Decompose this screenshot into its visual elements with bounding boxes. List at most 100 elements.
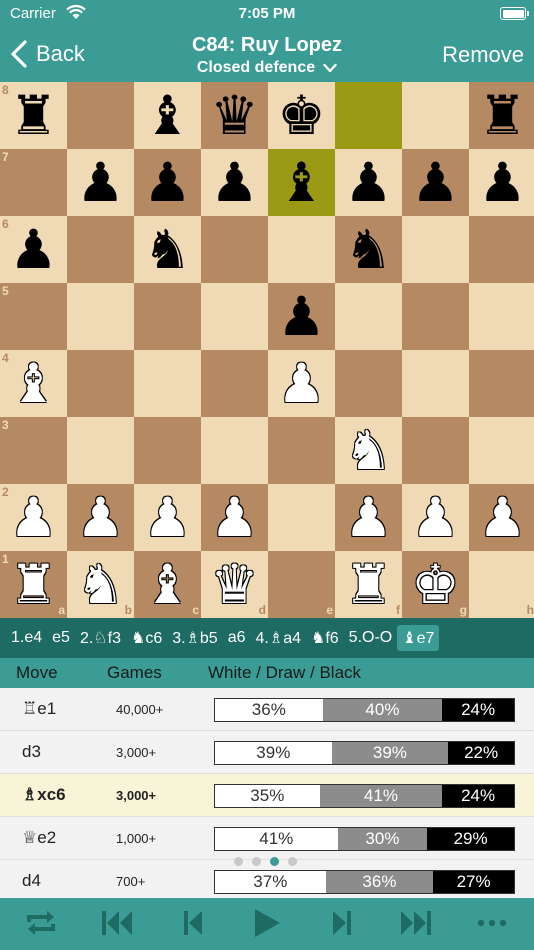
square-f3[interactable]: ♞: [335, 417, 402, 484]
move-item[interactable]: a6: [223, 626, 251, 650]
table-row[interactable]: d3 3,000+ 39% 39% 22%: [0, 731, 534, 774]
white-knight-icon[interactable]: ♞: [67, 551, 134, 618]
black-king-icon[interactable]: ♚: [268, 82, 335, 149]
square-d4[interactable]: [201, 350, 268, 417]
move-item[interactable]: e5: [47, 626, 75, 650]
page-dot[interactable]: [252, 857, 261, 866]
square-g6[interactable]: [402, 216, 469, 283]
square-d6[interactable]: [201, 216, 268, 283]
square-c4[interactable]: [134, 350, 201, 417]
square-g7[interactable]: ♟: [402, 149, 469, 216]
white-pawn-icon[interactable]: ♟: [268, 350, 335, 417]
chess-board[interactable]: 8 ♜ ♝ ♛ ♚ ♜ 7 ♟ ♟ ♟ ♝ ♟ ♟ ♟ 6 ♟ ♞ ♞ 5 ♟ 4 ♝ ♟ 3 ♞ 2 ♟ ♟ ♟ ♟ ♟ ♟ ♟ 1 a ♜ b ♞ c ♝…: [0, 82, 534, 618]
move-item[interactable]: ♞f6: [306, 625, 344, 651]
last-move-button[interactable]: [398, 908, 434, 938]
black-knight-icon[interactable]: ♞: [335, 216, 402, 283]
white-queen-icon[interactable]: ♛: [201, 551, 268, 618]
square-a1[interactable]: 1 a ♜: [0, 551, 67, 618]
move-item[interactable]: 1.e4: [6, 626, 47, 650]
square-f5[interactable]: [335, 283, 402, 350]
page-dot[interactable]: [270, 857, 279, 866]
square-d2[interactable]: ♟: [201, 484, 268, 551]
black-rook-icon[interactable]: ♜: [0, 82, 67, 149]
move-item[interactable]: ♞c6: [126, 625, 167, 651]
square-b7[interactable]: ♟: [67, 149, 134, 216]
black-pawn-icon[interactable]: ♟: [335, 149, 402, 216]
square-c8[interactable]: ♝: [134, 82, 201, 149]
square-b2[interactable]: ♟: [67, 484, 134, 551]
black-queen-icon[interactable]: ♛: [201, 82, 268, 149]
square-g4[interactable]: [402, 350, 469, 417]
square-g8[interactable]: [402, 82, 469, 149]
square-c3[interactable]: [134, 417, 201, 484]
square-e2[interactable]: [268, 484, 335, 551]
flip-board-button[interactable]: [23, 908, 59, 938]
square-e4[interactable]: ♟: [268, 350, 335, 417]
black-pawn-icon[interactable]: ♟: [67, 149, 134, 216]
square-b5[interactable]: [67, 283, 134, 350]
square-d5[interactable]: [201, 283, 268, 350]
square-a2[interactable]: 2 ♟: [0, 484, 67, 551]
white-pawn-icon[interactable]: ♟: [201, 484, 268, 551]
white-pawn-icon[interactable]: ♟: [0, 484, 67, 551]
page-dot[interactable]: [234, 857, 243, 866]
page-dot[interactable]: [288, 857, 297, 866]
square-e3[interactable]: [268, 417, 335, 484]
white-pawn-icon[interactable]: ♟: [134, 484, 201, 551]
square-d7[interactable]: ♟: [201, 149, 268, 216]
white-bishop-icon[interactable]: ♝: [0, 350, 67, 417]
square-g5[interactable]: [402, 283, 469, 350]
square-e5[interactable]: ♟: [268, 283, 335, 350]
square-b1[interactable]: b ♞: [67, 551, 134, 618]
move-item[interactable]: 2.♘f3: [75, 625, 126, 651]
white-king-icon[interactable]: ♚: [402, 551, 469, 618]
square-f6[interactable]: ♞: [335, 216, 402, 283]
white-pawn-icon[interactable]: ♟: [335, 484, 402, 551]
square-a7[interactable]: 7: [0, 149, 67, 216]
remove-button[interactable]: Remove: [442, 42, 524, 68]
square-e1[interactable]: e: [268, 551, 335, 618]
square-d3[interactable]: [201, 417, 268, 484]
square-g1[interactable]: g ♚: [402, 551, 469, 618]
square-a3[interactable]: 3: [0, 417, 67, 484]
black-knight-icon[interactable]: ♞: [134, 216, 201, 283]
black-bishop-icon[interactable]: ♝: [134, 82, 201, 149]
first-move-button[interactable]: [99, 908, 135, 938]
move-list[interactable]: 1.e4 e5 2.♘f3 ♞c6 3.♗b5 a6 4.♗a4 ♞f6 5.O-O ♝e7: [0, 618, 534, 658]
white-rook-icon[interactable]: ♜: [335, 551, 402, 618]
black-pawn-icon[interactable]: ♟: [201, 149, 268, 216]
white-pawn-icon[interactable]: ♟: [469, 484, 534, 551]
square-d8[interactable]: ♛: [201, 82, 268, 149]
square-h8[interactable]: ♜: [469, 82, 534, 149]
page-indicator[interactable]: [234, 857, 306, 866]
black-pawn-icon[interactable]: ♟: [469, 149, 534, 216]
square-h6[interactable]: [469, 216, 534, 283]
square-b8[interactable]: [67, 82, 134, 149]
square-f2[interactable]: ♟: [335, 484, 402, 551]
white-pawn-icon[interactable]: ♟: [402, 484, 469, 551]
black-pawn-icon[interactable]: ♟: [134, 149, 201, 216]
square-a6[interactable]: 6 ♟: [0, 216, 67, 283]
square-h1[interactable]: h: [469, 551, 534, 618]
square-b4[interactable]: [67, 350, 134, 417]
square-b3[interactable]: [67, 417, 134, 484]
move-item[interactable]: ♝e7: [397, 625, 440, 651]
square-h3[interactable]: [469, 417, 534, 484]
black-pawn-icon[interactable]: ♟: [402, 149, 469, 216]
square-c6[interactable]: ♞: [134, 216, 201, 283]
white-pawn-icon[interactable]: ♟: [67, 484, 134, 551]
square-f7[interactable]: ♟: [335, 149, 402, 216]
white-knight-icon[interactable]: ♞: [335, 417, 402, 484]
table-row[interactable]: ♗xc6 3,000+ 35% 41% 24%: [0, 774, 534, 817]
square-d1[interactable]: d ♛: [201, 551, 268, 618]
move-item[interactable]: 5.O-O: [344, 626, 398, 650]
square-c7[interactable]: ♟: [134, 149, 201, 216]
square-e8[interactable]: ♚: [268, 82, 335, 149]
square-h7[interactable]: ♟: [469, 149, 534, 216]
table-row[interactable]: ♕e2 1,000+ 41% 30% 29%: [0, 817, 534, 860]
square-c5[interactable]: [134, 283, 201, 350]
previous-move-button[interactable]: [175, 908, 211, 938]
square-h2[interactable]: ♟: [469, 484, 534, 551]
black-bishop-icon[interactable]: ♝: [268, 149, 335, 216]
black-pawn-icon[interactable]: ♟: [268, 283, 335, 350]
